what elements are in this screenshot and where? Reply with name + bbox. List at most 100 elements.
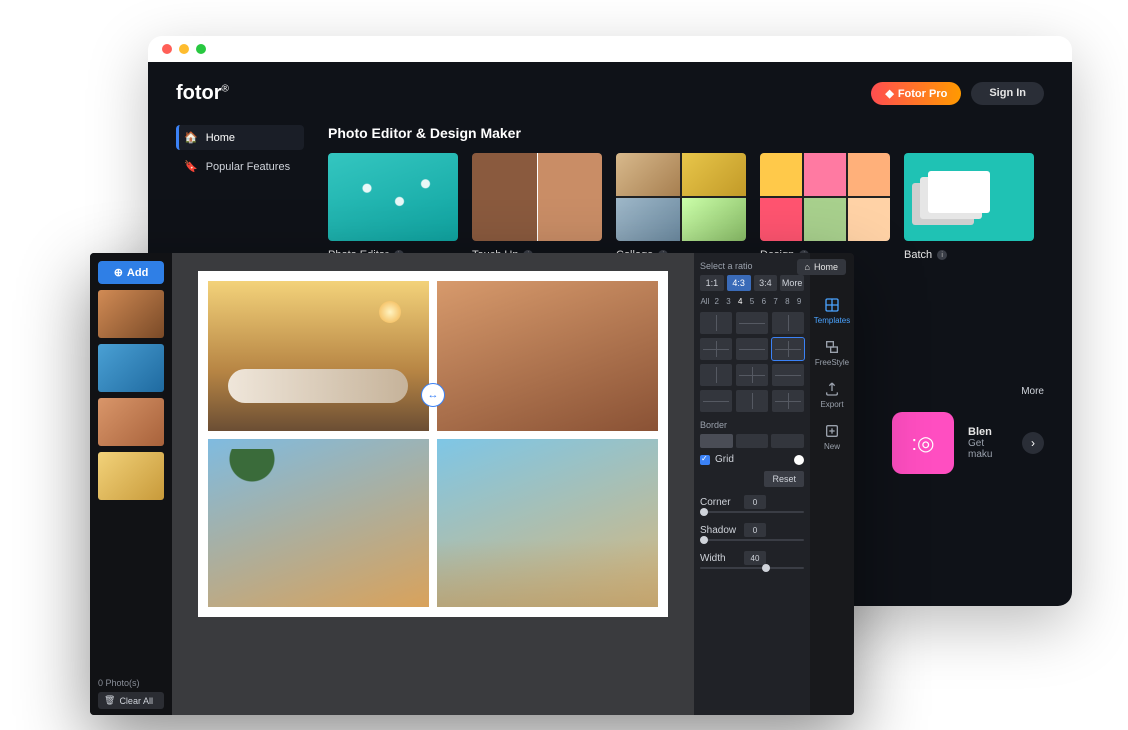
count-option[interactable]: 8 <box>782 297 792 306</box>
feature-tile-blend[interactable]: :◎ <box>892 412 954 474</box>
drag-horizontal-icon: ↔ <box>428 389 439 401</box>
thumbnail[interactable] <box>98 398 164 446</box>
export-icon <box>824 381 840 397</box>
sign-in-button[interactable]: Sign In <box>971 82 1044 105</box>
slider-knob[interactable] <box>762 564 770 572</box>
card-thumb <box>904 153 1034 241</box>
card-thumb <box>760 153 890 241</box>
info-icon[interactable]: i <box>937 250 947 260</box>
grid-label: Grid <box>715 454 734 465</box>
ratio-option[interactable]: 1:1 <box>700 275 724 291</box>
window-traffic-lights <box>148 36 1072 62</box>
grid-checkbox[interactable] <box>700 455 710 465</box>
freestyle-icon <box>824 339 840 355</box>
border-type-tabs <box>700 434 804 448</box>
slider-knob[interactable] <box>700 536 708 544</box>
card-touch-up[interactable]: Touch Upi <box>472 153 602 261</box>
layout-option[interactable] <box>736 312 768 334</box>
ratio-option[interactable]: 4:3 <box>727 275 751 291</box>
templates-icon <box>824 297 840 313</box>
layout-option[interactable] <box>700 390 732 412</box>
reset-button[interactable]: Reset <box>764 471 804 487</box>
ratio-option[interactable]: More <box>780 275 804 291</box>
home-icon: ⌂ <box>805 262 810 272</box>
app-logo: fotor® <box>176 82 229 105</box>
card-design[interactable]: Designi <box>760 153 890 261</box>
layout-option[interactable] <box>772 364 804 386</box>
count-option[interactable]: All <box>700 297 710 306</box>
ratio-option[interactable]: 3:4 <box>754 275 778 291</box>
ratio-label: Select a ratio <box>700 261 804 271</box>
slider-track[interactable] <box>700 567 804 569</box>
side-tab-export[interactable]: Export <box>820 381 843 409</box>
border-tab[interactable] <box>771 434 804 448</box>
side-tab-new[interactable]: New <box>824 423 840 451</box>
layout-option[interactable] <box>700 364 732 386</box>
thumbnail[interactable] <box>98 290 164 338</box>
count-option[interactable]: 3 <box>724 297 734 306</box>
side-tab-label: Templates <box>814 316 850 325</box>
slider-label: Shadow <box>700 525 738 536</box>
slider-width: Width 40 <box>700 551 804 565</box>
ratio-row: 1:1 4:3 3:4 More <box>700 275 804 291</box>
count-option[interactable]: 7 <box>771 297 781 306</box>
close-dot[interactable] <box>162 44 172 54</box>
sidebar-item-label: Home <box>206 132 235 144</box>
layout-option[interactable] <box>736 390 768 412</box>
layout-option[interactable] <box>700 312 732 334</box>
clear-all-button[interactable]: 🗑 Clear All <box>98 692 164 709</box>
thumbnail[interactable] <box>98 452 164 500</box>
sidebar-item-home[interactable]: 🏠 Home <box>176 125 304 150</box>
more-link[interactable]: More <box>1021 386 1044 397</box>
layout-option[interactable] <box>772 338 804 360</box>
layout-option[interactable] <box>772 312 804 334</box>
canvas-stage: ↔ <box>172 253 694 715</box>
editor-home-button[interactable]: ⌂ Home <box>797 259 846 275</box>
border-tab[interactable] <box>700 434 733 448</box>
add-photo-button[interactable]: ⊕ Add <box>98 261 164 284</box>
side-tab-freestyle[interactable]: FreeStyle <box>815 339 849 367</box>
minimize-dot[interactable] <box>179 44 189 54</box>
card-photo-editor[interactable]: Photo Editori <box>328 153 458 261</box>
upgrade-pro-button[interactable]: ◆ Fotor Pro <box>871 82 961 105</box>
photo-count: 0 Photo(s) <box>98 678 164 688</box>
sidebar-item-popular[interactable]: 🔖 Popular Features <box>176 154 304 179</box>
card-collage[interactable]: Collagei <box>616 153 746 261</box>
layout-grid <box>700 312 804 412</box>
home-sidebar: 🏠 Home 🔖 Popular Features <box>176 125 304 261</box>
count-option[interactable]: 4 <box>735 297 745 306</box>
border-color-swatch[interactable] <box>794 455 804 465</box>
editor-window: ⌂ Home ⊕ Add 0 Photo(s) 🗑 Clear All ↔ <box>90 253 854 715</box>
collage-cell[interactable] <box>437 281 658 431</box>
count-option[interactable]: 6 <box>759 297 769 306</box>
slider-track[interactable] <box>700 539 804 541</box>
count-option[interactable]: 2 <box>712 297 722 306</box>
count-option[interactable]: 5 <box>747 297 757 306</box>
section-title: Photo Editor & Design Maker <box>328 125 1044 141</box>
layout-option[interactable] <box>772 390 804 412</box>
border-tab[interactable] <box>736 434 769 448</box>
card-batch[interactable]: Batchi <box>904 153 1034 261</box>
maximize-dot[interactable] <box>196 44 206 54</box>
thumbnail-strip: ⊕ Add 0 Photo(s) 🗑 Clear All <box>90 253 172 715</box>
side-tab-templates[interactable]: Templates <box>814 297 850 325</box>
layout-option[interactable] <box>700 338 732 360</box>
slider-value: 40 <box>744 551 766 565</box>
slider-value: 0 <box>744 523 766 537</box>
collage-cell[interactable] <box>208 281 429 431</box>
slider-track[interactable] <box>700 511 804 513</box>
layout-option[interactable] <box>736 364 768 386</box>
layout-option[interactable] <box>736 338 768 360</box>
next-arrow-button[interactable]: › <box>1022 432 1044 454</box>
count-option[interactable]: 9 <box>794 297 804 306</box>
slider-knob[interactable] <box>700 508 708 516</box>
thumbnail[interactable] <box>98 344 164 392</box>
clear-all-label: Clear All <box>119 696 153 706</box>
card-label: Batch <box>904 249 932 261</box>
collage-cell[interactable] <box>437 439 658 607</box>
plus-icon: ⊕ <box>114 266 123 279</box>
column-divider-handle[interactable]: ↔ <box>421 383 445 407</box>
collage-cell[interactable] <box>208 439 429 607</box>
collage-canvas[interactable]: ↔ <box>198 271 668 617</box>
chevron-right-icon: › <box>1031 436 1035 450</box>
